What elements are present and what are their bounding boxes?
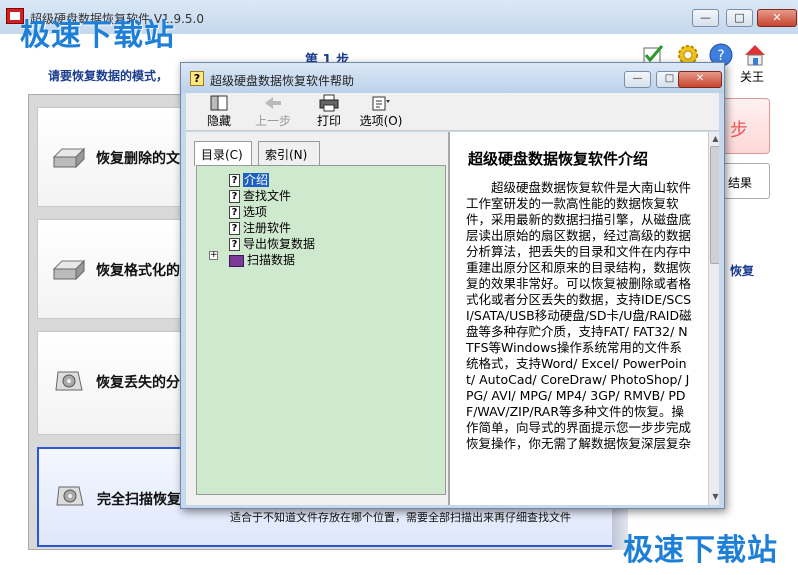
print-label: 打印 [316,114,341,128]
tree-item-register[interactable]: ? 注册软件 [229,219,291,235]
tab-contents[interactable]: 目录(C) [194,141,252,166]
help-topic-icon: ? [229,174,240,187]
disk-platter-icon [55,371,83,391]
home-icon[interactable] [742,42,768,68]
next-step-label: 步 [730,120,748,141]
back-arrow-icon [265,97,281,109]
help-tabs: 目录(C) 索引(N) [194,141,444,166]
hide-icon [210,95,228,111]
contents-tree: ? 介绍 ? 查找文件 ? 选项 ? 注册软件 ? 导出恢复数据 + 扫描数据 [196,165,446,495]
mode-description: 适合于不知道文件存放在哪个位置，需要全部扫描出来再仔细查找文件 [230,511,571,524]
scroll-up-arrow[interactable]: ▲ [709,132,719,145]
help-topic-icon: ? [229,238,240,251]
disk-platter-icon [56,486,84,506]
scroll-thumb[interactable] [710,146,719,264]
help-window-title: 超级硬盘数据恢复软件帮助 [210,74,355,88]
topic-content: 超级硬盘数据恢复软件介绍 超级硬盘数据恢复软件是大南山软件工作室研发的一款高性能… [448,132,719,505]
topic-title: 超级硬盘数据恢复软件介绍 [468,150,649,168]
mode-prompt: 请要恢复数据的模式， [48,69,169,83]
tree-item-find-files[interactable]: ? 查找文件 [229,187,291,203]
help-toolbar: 隐藏 上一步 打印 选项(O) [186,93,719,131]
mode-label: 恢复格式化的 [96,263,180,279]
tree-item-scan-data[interactable]: 扫描数据 [229,251,295,267]
hard-disk-icon [52,259,86,281]
close-button[interactable]: ✕ [757,9,797,27]
print-button[interactable]: 打印 [304,94,354,130]
tree-item-export-data[interactable]: ? 导出恢复数据 [229,235,315,251]
mode-label: 恢复丢失的分 [96,375,180,391]
help-window: ? 超级硬盘数据恢复软件帮助 — □ ✕ 隐藏 上一步 打印 选项(O) 目录(… [180,62,725,509]
help-body: 目录(C) 索引(N) ? 介绍 ? 查找文件 ? 选项 ? 注册软件 ? 导出恢复数据 … [186,132,719,505]
scroll-down-arrow[interactable]: ▼ [709,490,719,503]
open-result-label: 结果 [728,176,753,190]
help-topic-icon: ? [229,222,240,235]
watermark-bottom: 极速下载站 [623,533,778,568]
back-button[interactable]: 上一步 [248,94,298,130]
help-topic-icon: ? [229,206,240,219]
tree-item-options[interactable]: ? 选项 [229,203,267,219]
close-app-label[interactable]: 关王 [740,68,764,85]
printer-icon [319,94,339,112]
topic-body: 超级硬盘数据恢复软件是大南山软件工作室研发的一款高性能的数据恢复软件，采用最新的… [466,180,692,451]
mode-label: 完全扫描恢复 [97,492,181,508]
side-hint-text: 恢复 [730,264,755,278]
minimize-button[interactable]: — [692,9,719,27]
tab-index[interactable]: 索引(N) [258,141,320,165]
tree-item-intro[interactable]: ? 介绍 [229,171,270,187]
maximize-button[interactable]: □ [726,9,753,27]
hide-label: 隐藏 [206,114,231,128]
options-button[interactable]: 选项(O) [356,94,406,130]
back-label: 上一步 [254,114,291,128]
expand-toggle[interactable]: + [209,251,218,260]
help-titlebar[interactable]: ? 超级硬盘数据恢复软件帮助 — □ ✕ [181,63,724,93]
book-icon [229,254,244,267]
content-scrollbar[interactable]: ▲ ▼ [708,132,719,505]
hard-disk-icon [52,147,86,169]
options-icon [372,96,390,111]
hide-button[interactable]: 隐藏 [194,94,244,130]
help-close-button[interactable]: ✕ [678,71,722,88]
help-topic-icon: ? [229,190,240,203]
help-minimize-button[interactable]: — [624,71,651,88]
help-file-icon: ? [190,71,204,86]
watermark-top: 极速下载站 [20,18,175,53]
mode-label: 恢复删除的文 [96,151,180,167]
options-label: 选项(O) [359,114,403,128]
